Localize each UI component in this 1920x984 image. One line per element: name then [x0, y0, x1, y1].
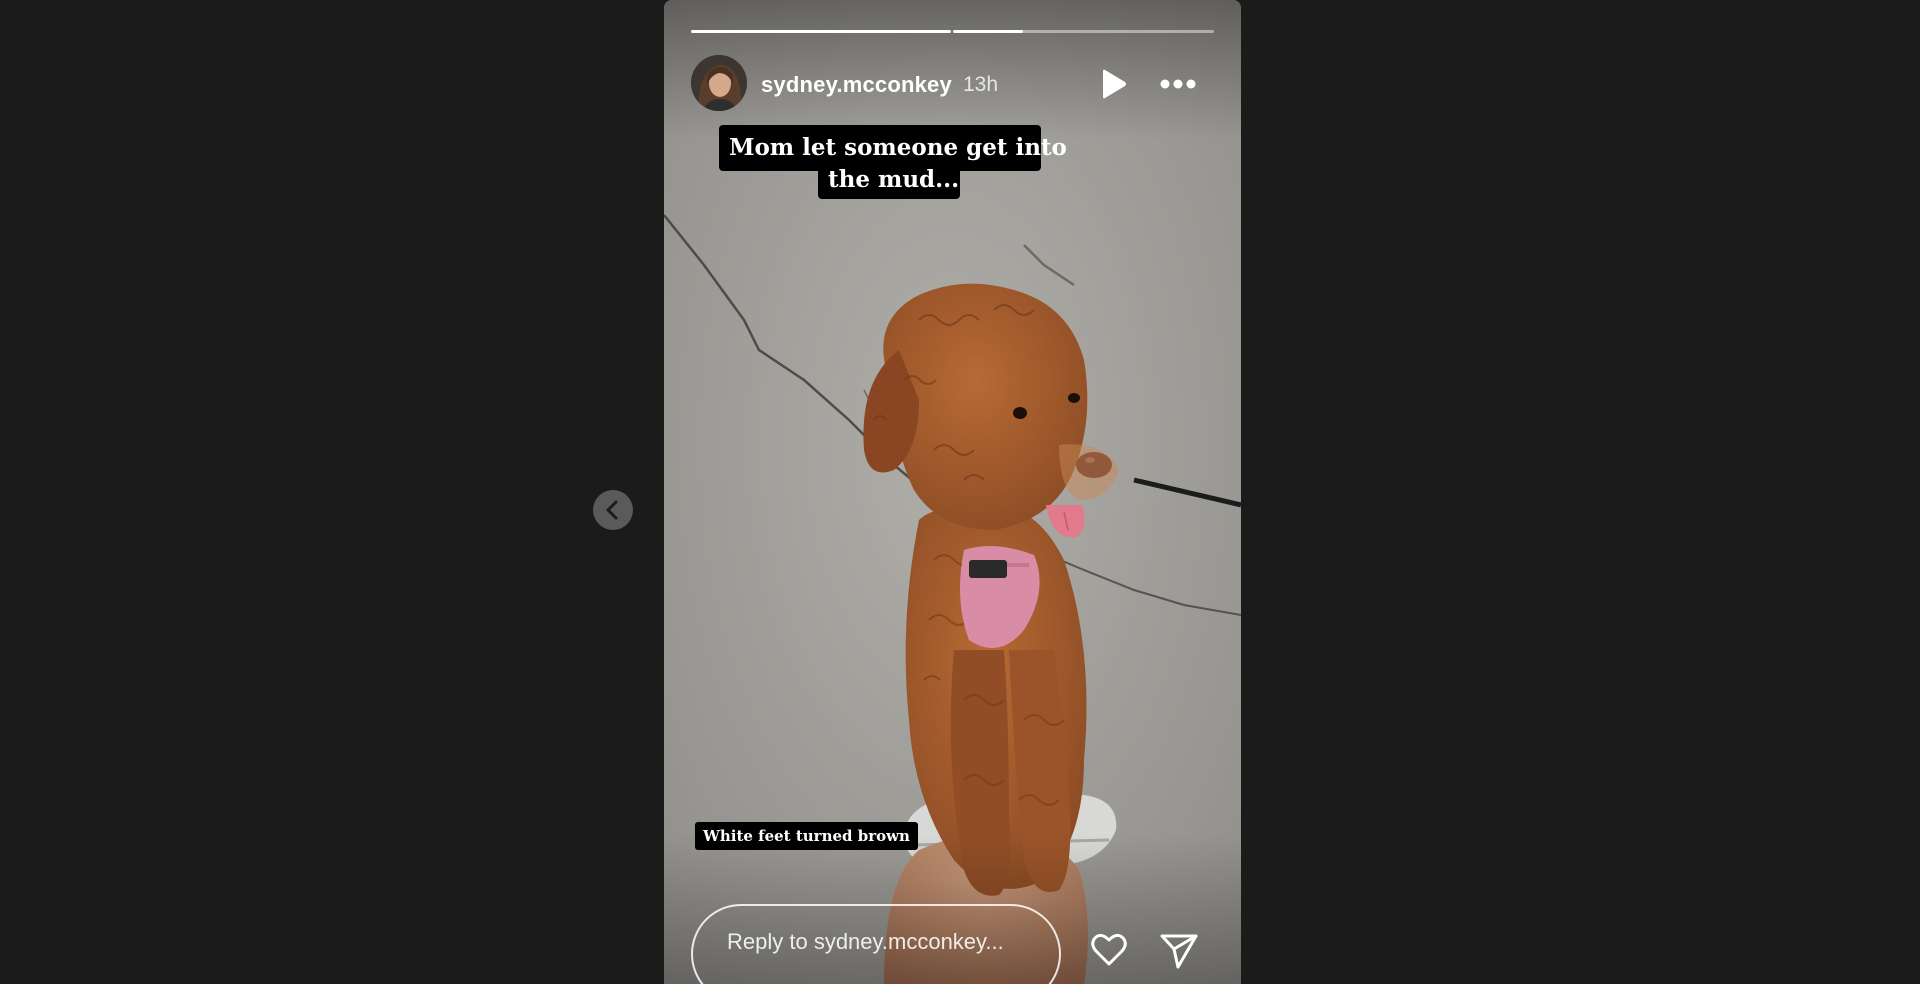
play-button[interactable] [1098, 68, 1128, 100]
avatar[interactable] [691, 55, 747, 111]
caption-line: the mud... [818, 162, 960, 199]
send-icon [1160, 934, 1198, 969]
play-icon [1103, 69, 1126, 99]
story-progress-fill [691, 30, 951, 33]
story-progress-fill [953, 30, 1024, 33]
story-progress-segment [953, 30, 1214, 33]
previous-story-button[interactable] [593, 490, 633, 530]
more-options-icon [1160, 79, 1196, 89]
story-timestamp: 13h [963, 73, 999, 96]
story-progress-segment [691, 30, 951, 33]
heart-icon [1091, 933, 1127, 966]
profile-photo [691, 55, 747, 111]
story-frame[interactable]: sydney.mcconkey 13h Mom let someone get … [664, 0, 1241, 984]
text-sticker: White feet turned brown [695, 822, 918, 850]
reply-input[interactable]: Reply to sydney.mcconkey... [691, 904, 1061, 984]
more-options-button[interactable] [1158, 70, 1198, 98]
story-viewer: sydney.mcconkey 13h Mom let someone get … [0, 0, 1920, 984]
chevron-left-icon [606, 500, 618, 520]
share-button[interactable] [1158, 929, 1200, 971]
reply-placeholder: Reply to sydney.mcconkey... [727, 929, 1004, 954]
like-button[interactable] [1088, 929, 1130, 971]
story-username[interactable]: sydney.mcconkey [761, 72, 952, 98]
